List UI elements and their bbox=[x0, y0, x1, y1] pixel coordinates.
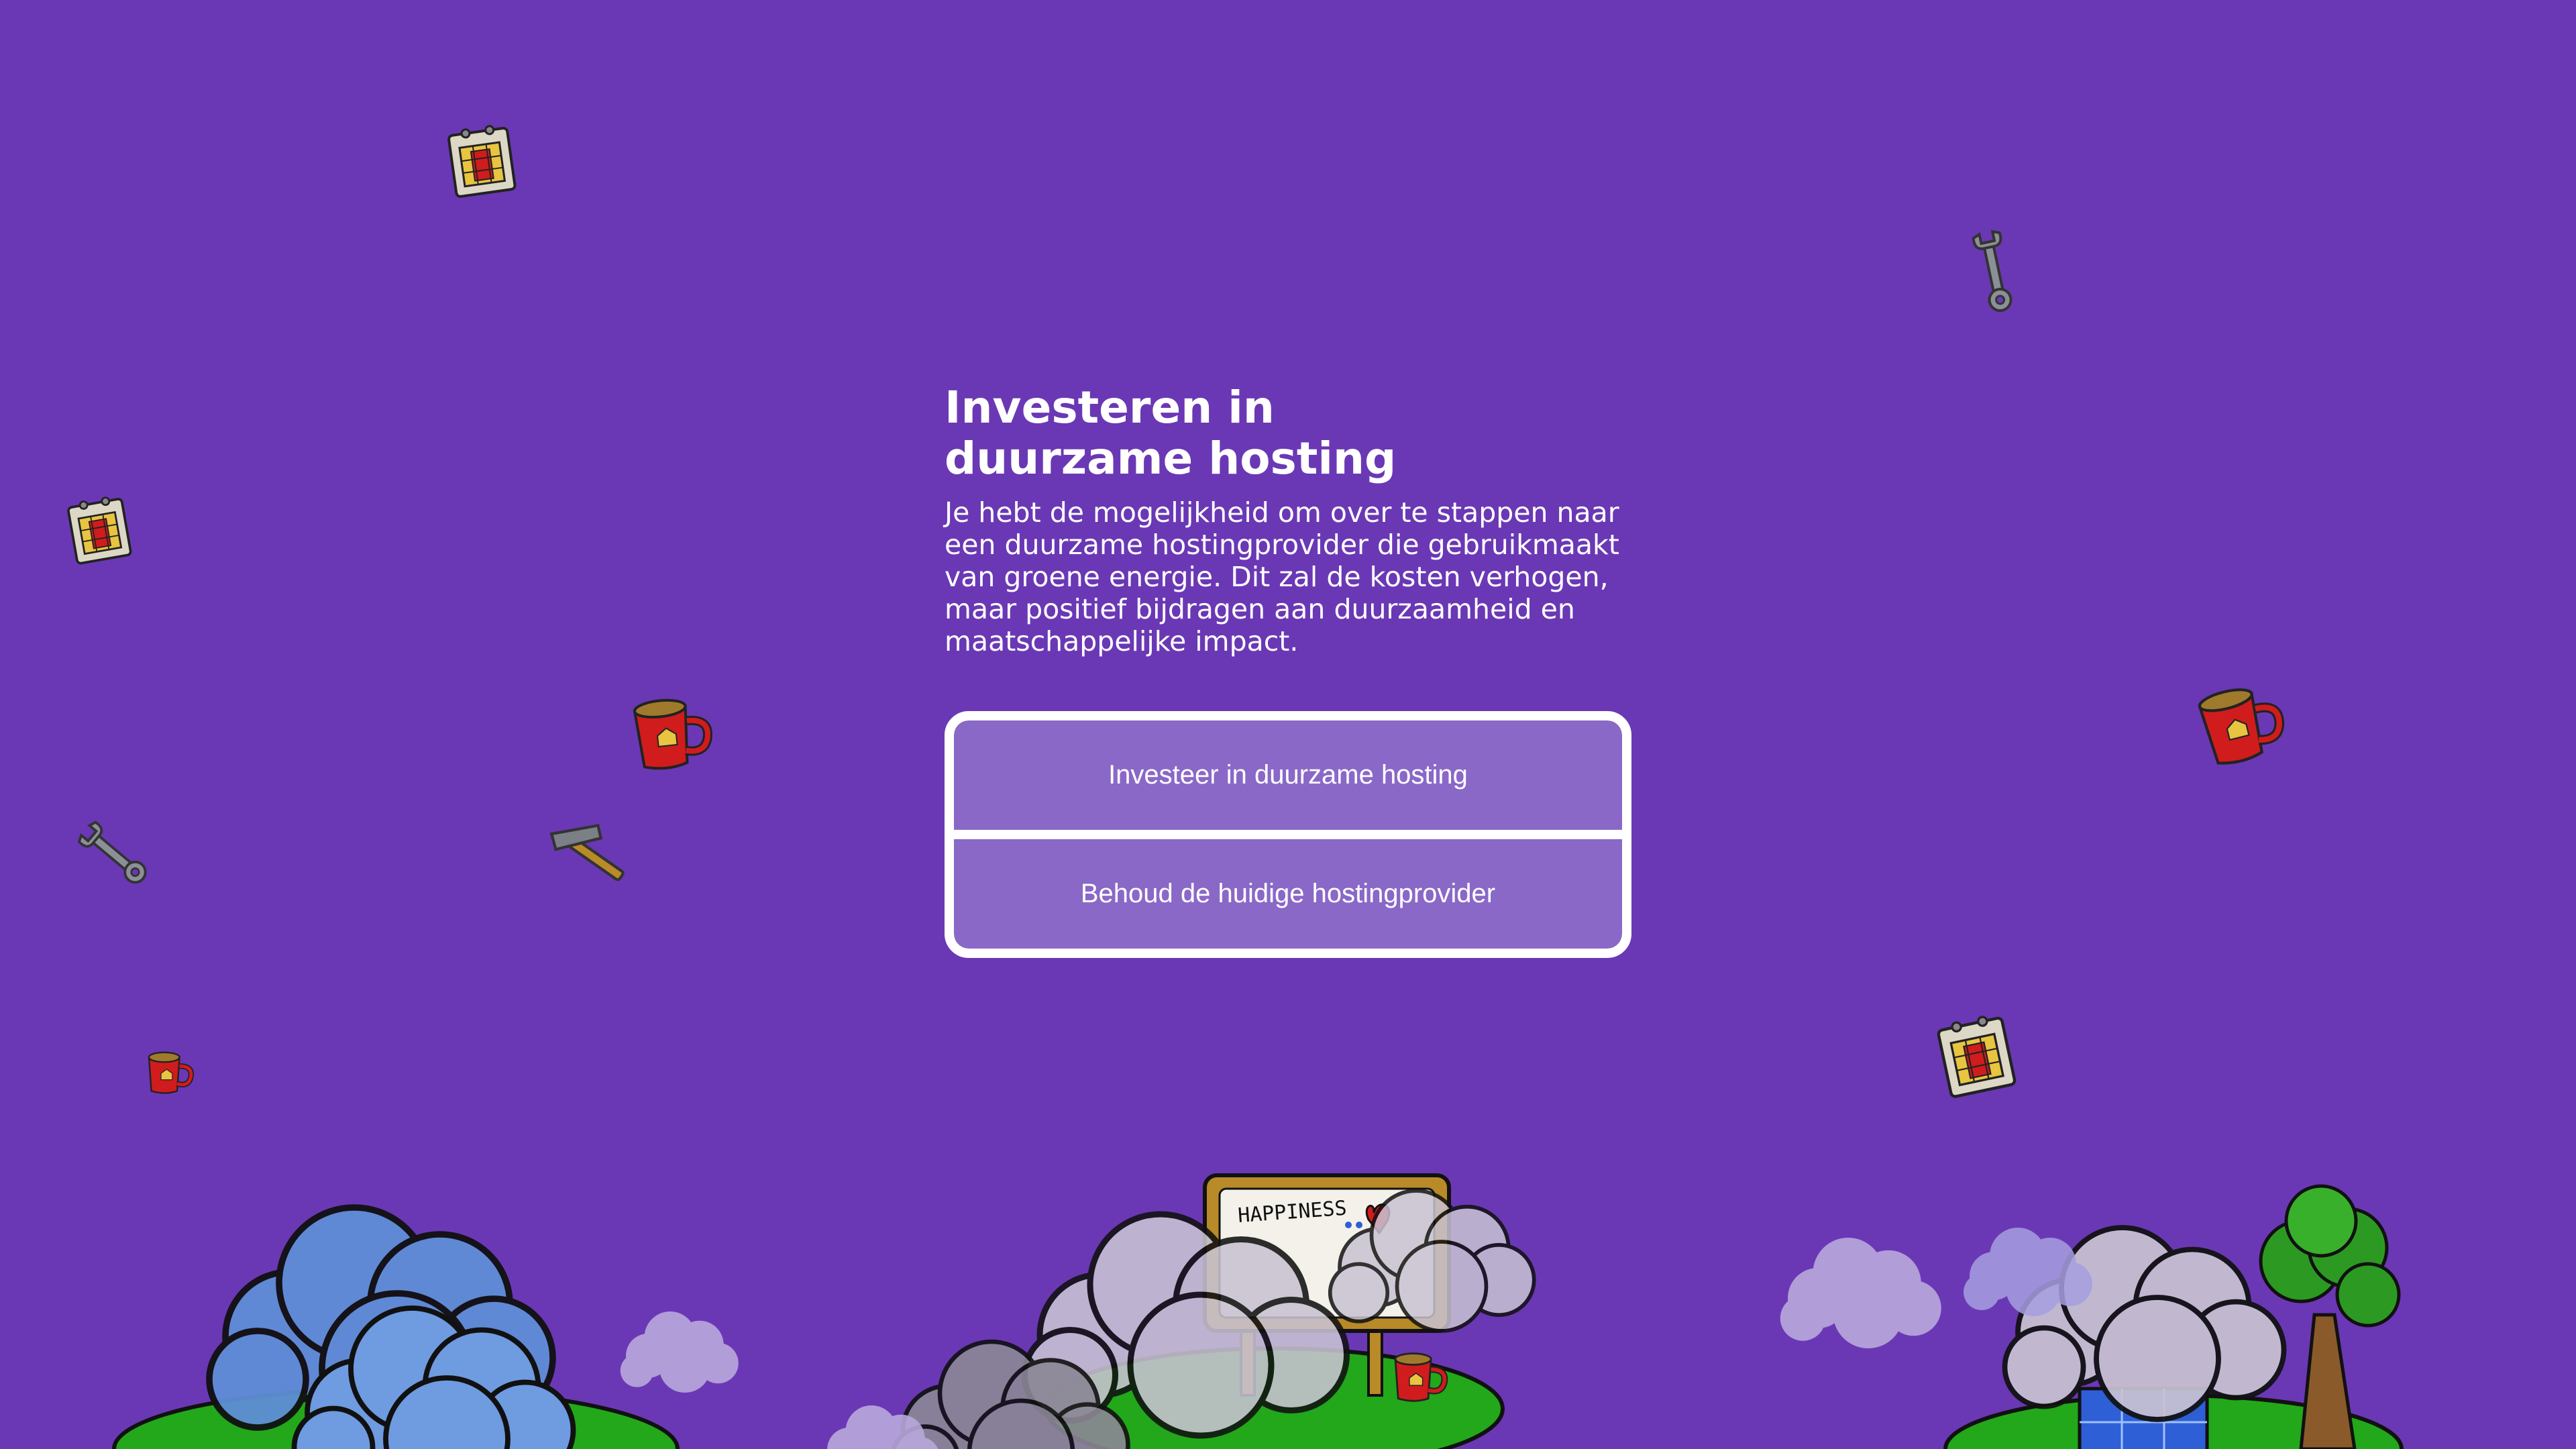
wrench-icon bbox=[75, 819, 153, 890]
page-title: Investeren in duurzame hosting bbox=[945, 382, 1397, 484]
mug-icon bbox=[149, 1053, 191, 1093]
center-island: HAPPINESS bbox=[821, 1173, 1534, 1449]
calendar-icon bbox=[1937, 1013, 2015, 1097]
calendar-icon bbox=[446, 122, 517, 199]
wrench-icon bbox=[1971, 229, 2017, 315]
invest-sustainable-hosting-button[interactable]: Investeer in duurzame hosting bbox=[954, 720, 1622, 830]
right-island bbox=[1780, 1184, 2404, 1449]
mug-icon bbox=[2198, 681, 2287, 768]
hammer-icon bbox=[551, 826, 624, 881]
choice-group: Investeer in duurzame hosting Behoud de … bbox=[945, 711, 1631, 958]
calendar-icon bbox=[66, 493, 133, 566]
keep-current-provider-button[interactable]: Behoud de huidige hostingprovider bbox=[954, 839, 1622, 949]
dialog-description: Je hebt de mogelijkheid om over te stapp… bbox=[945, 496, 1619, 657]
left-island bbox=[112, 1208, 739, 1449]
mug-icon bbox=[634, 696, 711, 771]
dialog-panel: Investeren in duurzame hosting Je hebt d… bbox=[945, 382, 1631, 658]
